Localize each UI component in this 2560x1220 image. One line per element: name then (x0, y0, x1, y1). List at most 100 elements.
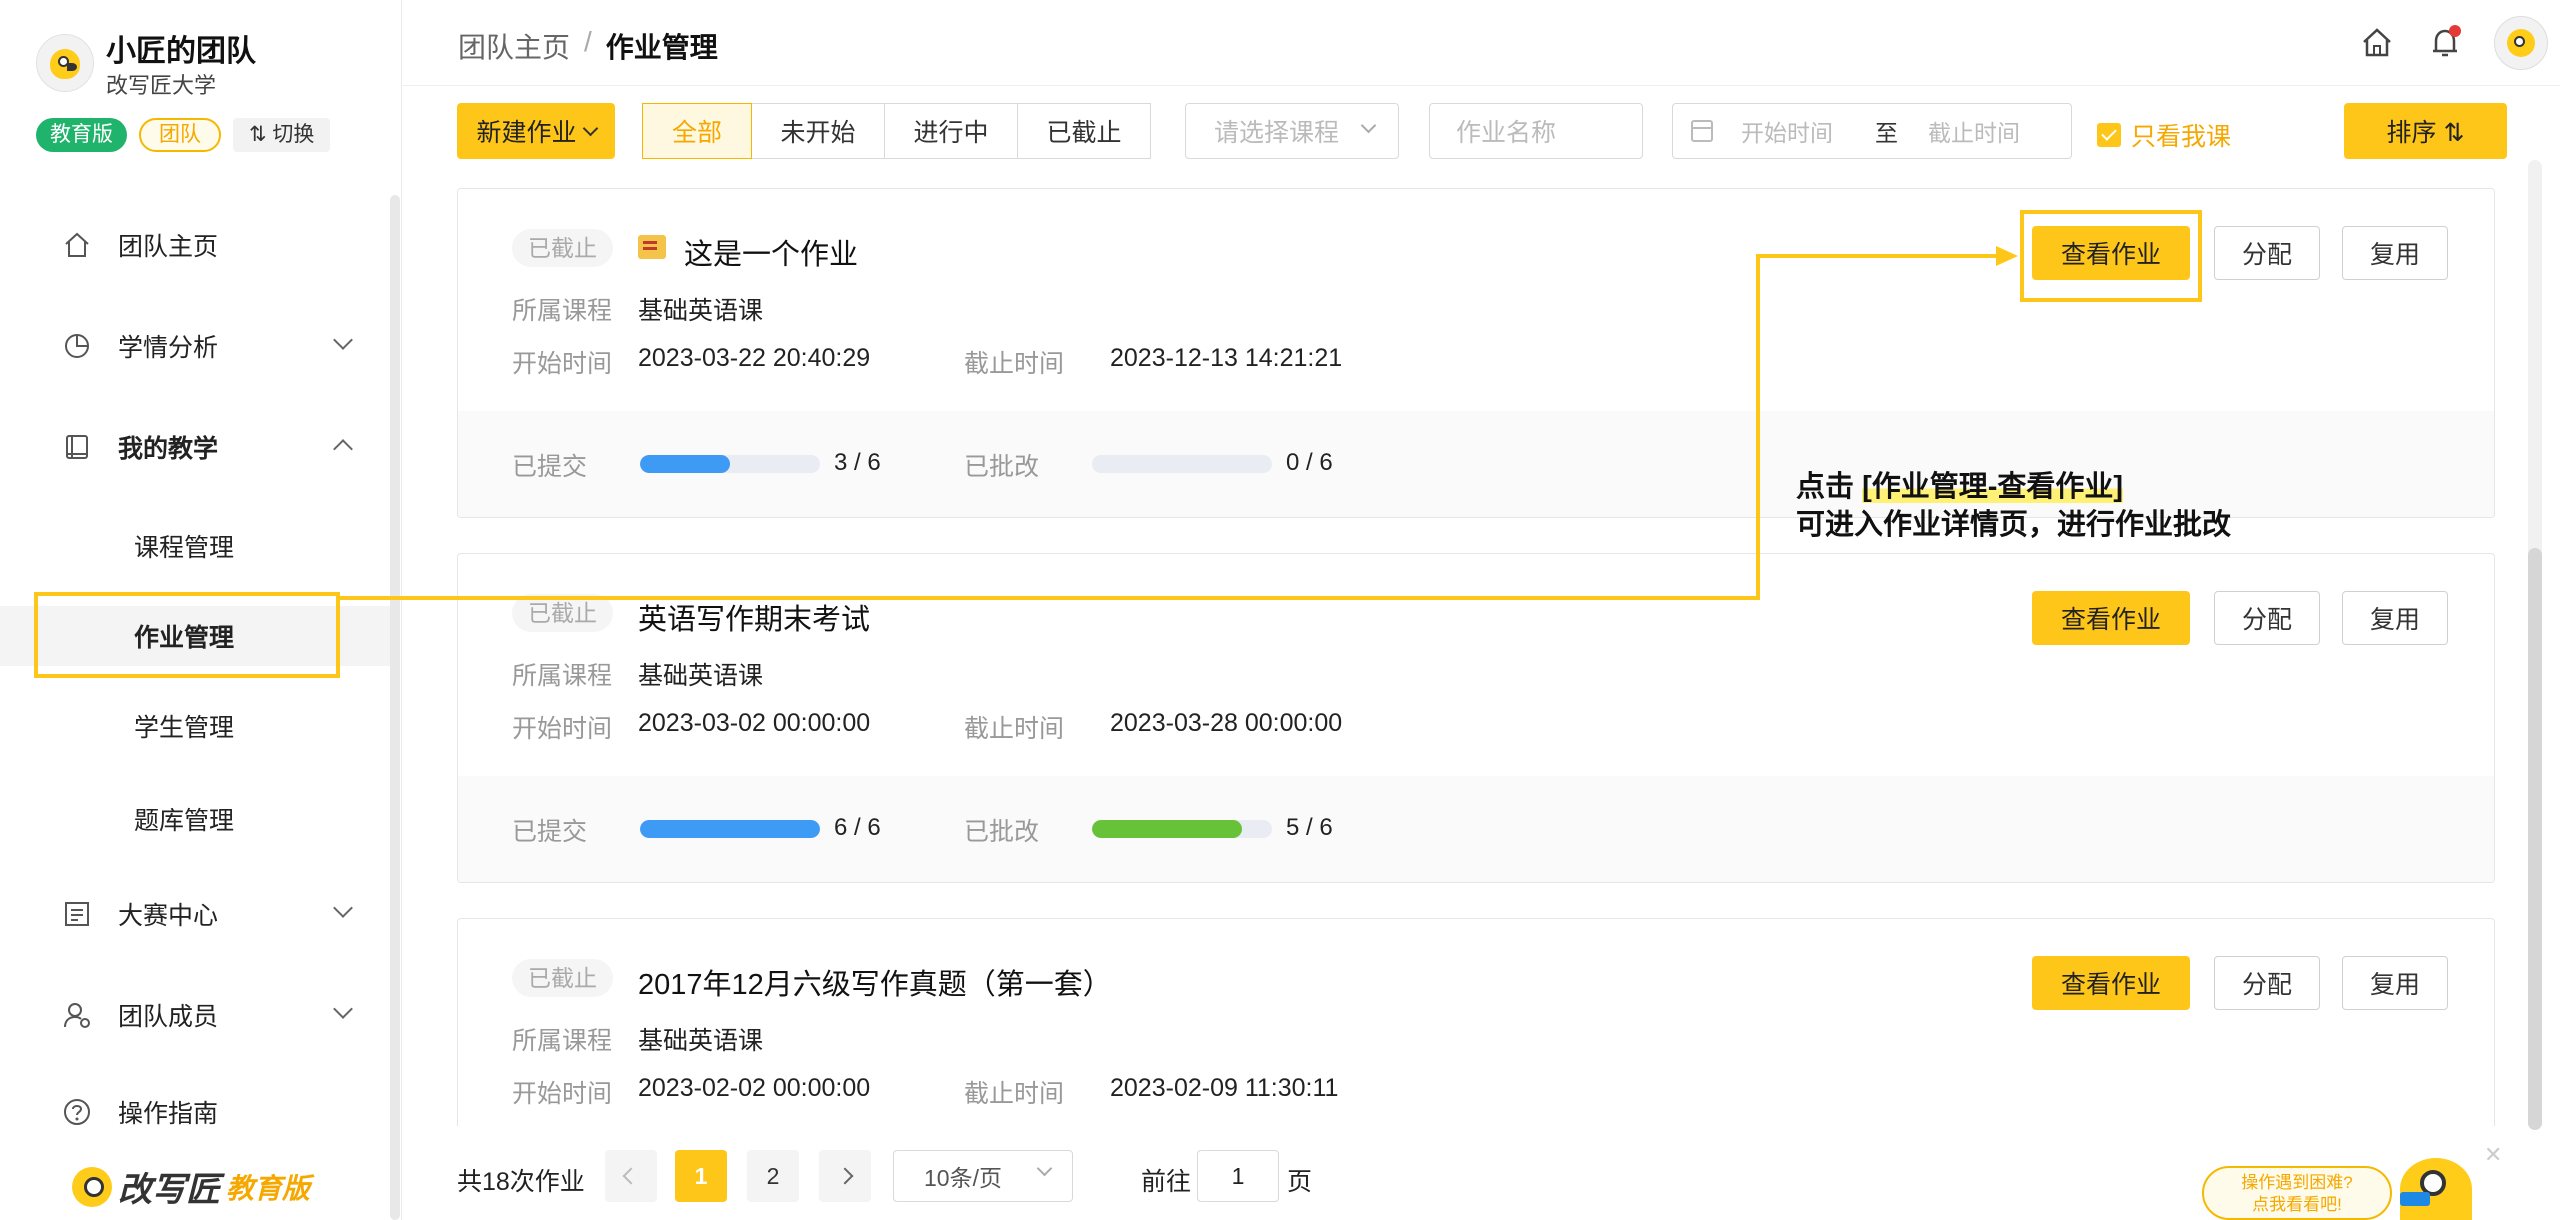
graded-count: 5 / 6 (1286, 814, 1333, 841)
new-homework-button[interactable]: 新建作业 (457, 103, 615, 159)
page-1-button[interactable]: 1 (675, 1150, 727, 1202)
course-value: 基础英语课 (638, 1027, 764, 1055)
tab-all[interactable]: 全部 (642, 103, 752, 159)
sort-button[interactable]: 排序 ⇅ (2344, 103, 2507, 159)
date-range-separator: 至 (1875, 120, 1898, 146)
page-unit-label: 页 (1287, 1168, 1313, 1196)
content-scrollbar[interactable] (2528, 160, 2542, 1130)
date-range-picker[interactable]: 开始时间 至 截止时间 (1672, 103, 2072, 159)
end-label: 截止时间 (964, 350, 1065, 378)
view-homework-button[interactable]: 查看作业 (2032, 591, 2190, 645)
sidebar-item-team-home[interactable]: 团队主页 (0, 215, 390, 275)
sidebar-item-student-manage[interactable]: 学生管理 (0, 696, 390, 756)
assign-button[interactable]: 分配 (2214, 226, 2320, 280)
team-name: 小匠的团队 (106, 35, 256, 68)
edu-badge: 教育版 (36, 118, 127, 152)
chevron-down-icon (1036, 1160, 1053, 1177)
help-line2: 点我看看吧! (2252, 1195, 2342, 1214)
mascot-icon[interactable] (2400, 1158, 2472, 1220)
only-mine-checkbox[interactable]: 只看我课 (2097, 117, 2231, 153)
help-line1: 操作遇到困难? (2241, 1173, 2353, 1192)
contest-icon (62, 899, 92, 929)
logo-icon (72, 1166, 112, 1207)
course-label: 所属课程 (512, 297, 613, 325)
brand-sub: 教育版 (226, 1172, 311, 1204)
tab-not-started[interactable]: 未开始 (751, 103, 885, 159)
sidebar-item-course-manage[interactable]: 课程管理 (0, 516, 390, 576)
notification-bell-icon[interactable] (2420, 18, 2470, 68)
course-select-placeholder: 请选择课程 (1214, 119, 1340, 147)
view-homework-button[interactable]: 查看作业 (2032, 956, 2190, 1010)
submitted-label: 已提交 (512, 453, 588, 481)
course-select[interactable]: 请选择课程 (1185, 103, 1399, 159)
sidebar-item-analysis[interactable]: 学情分析 (0, 316, 390, 376)
help-bubble[interactable]: 操作遇到困难? 点我看看吧! (2202, 1166, 2392, 1220)
graded-progress-bar (1092, 820, 1272, 838)
home-icon (62, 230, 92, 260)
reuse-button[interactable]: 复用 (2342, 226, 2448, 280)
homework-name-input[interactable]: 作业名称 (1429, 103, 1643, 159)
start-label: 开始时间 (512, 715, 613, 743)
chevron-down-icon (582, 120, 598, 136)
breadcrumb-current: 作业管理 (605, 32, 718, 63)
homework-list: 已截止 这是一个作业 所属课程 基础英语课 开始时间 2023-03-22 20… (457, 188, 2495, 1126)
annotation-text: 点击 [作业管理-查看作业] 可进入作业详情页，进行作业批改 (1796, 468, 2231, 544)
switch-team-button[interactable]: ⇅ 切换 (233, 118, 331, 152)
pie-chart-icon (62, 331, 92, 361)
reuse-button[interactable]: 复用 (2342, 591, 2448, 645)
submitted-count: 6 / 6 (834, 814, 881, 841)
sidebar-item-question-bank[interactable]: 题库管理 (0, 789, 390, 849)
tab-in-progress[interactable]: 进行中 (884, 103, 1018, 159)
page-size-value: 10条/页 (924, 1165, 1002, 1191)
total-count: 共18次作业 (457, 1168, 585, 1196)
page-size-select[interactable]: 10条/页 (893, 1150, 1073, 1202)
home-icon[interactable] (2352, 18, 2402, 68)
homework-title: 英语写作期末考试 (638, 604, 871, 636)
filter-toolbar: 新建作业 全部 未开始 进行中 已截止 请选择课程 作业名称 开始时间 至 截止… (457, 103, 2507, 159)
assign-button[interactable]: 分配 (2214, 956, 2320, 1010)
sidebar-item-my-teaching[interactable]: 我的教学 (0, 417, 390, 477)
scrollbar-thumb[interactable] (2528, 548, 2542, 1130)
submitted-label: 已提交 (512, 818, 588, 846)
member-icon (62, 1000, 92, 1030)
course-value: 基础英语课 (638, 297, 764, 325)
submitted-progress-bar (640, 455, 820, 473)
sidebar-item-members[interactable]: 团队成员 (0, 985, 390, 1045)
close-icon[interactable]: ✕ (2484, 1142, 2502, 1168)
goto-page-input[interactable]: 1 (1197, 1150, 1279, 1202)
page-2-button[interactable]: 2 (747, 1150, 799, 1202)
team-avatar[interactable] (36, 34, 94, 92)
end-date-placeholder[interactable]: 截止时间 (1928, 114, 2020, 148)
sidebar-item-label: 大赛中心 (118, 902, 219, 930)
card-stats: 已提交 6 / 6 已批改 5 / 6 (458, 776, 2494, 882)
sidebar-scrollbar[interactable] (390, 195, 400, 1220)
submitted-progress-bar (640, 820, 820, 838)
brand-logo: 改写匠 教育版 (72, 1162, 310, 1211)
assign-button[interactable]: 分配 (2214, 591, 2320, 645)
annotation-connector (1756, 254, 1760, 600)
chevron-up-icon (333, 439, 353, 459)
sidebar-item-label: 题库管理 (134, 807, 235, 835)
start-date-placeholder[interactable]: 开始时间 (1741, 114, 1833, 148)
graded-count: 0 / 6 (1286, 449, 1333, 476)
reuse-button[interactable]: 复用 (2342, 956, 2448, 1010)
homework-type-icon (638, 235, 666, 259)
breadcrumb-root[interactable]: 团队主页 (458, 26, 570, 66)
graded-label: 已批改 (964, 818, 1040, 846)
sidebar-item-label: 团队成员 (118, 1003, 219, 1031)
chevron-down-icon (1360, 117, 1377, 134)
sidebar-item-contest[interactable]: 大赛中心 (0, 884, 390, 944)
only-mine-label: 只看我课 (2131, 123, 2232, 151)
team-school: 改写匠大学 (106, 73, 217, 98)
prev-page-button[interactable] (605, 1150, 657, 1202)
tab-ended[interactable]: 已截止 (1017, 103, 1151, 159)
annotation-arrow-icon (1996, 246, 2018, 266)
homework-card: 已截止 英语写作期末考试 所属课程 基础英语课 开始时间 2023-03-02 … (457, 553, 2495, 883)
end-value: 2023-02-09 11:30:11 (1110, 1074, 1339, 1102)
user-avatar[interactable] (2494, 16, 2548, 70)
sidebar-item-label: 学情分析 (118, 334, 219, 362)
sidebar-item-guide[interactable]: 操作指南 (0, 1082, 390, 1142)
homework-title: 2017年12月六级写作真题（第一套） (638, 969, 1112, 1001)
next-page-button[interactable] (819, 1150, 871, 1202)
annotation-highlight-menu-item (34, 592, 340, 678)
